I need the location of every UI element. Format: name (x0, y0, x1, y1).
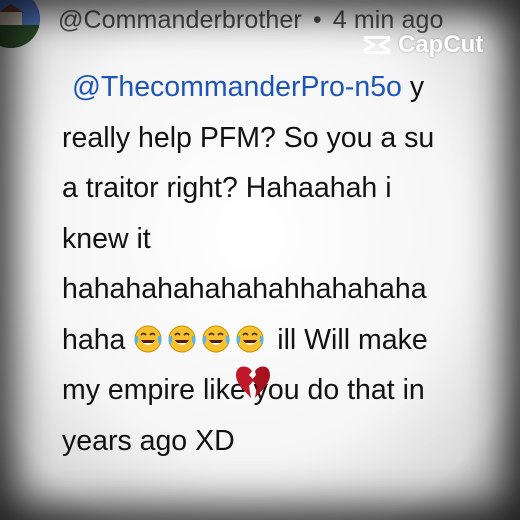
watermark-label: CapCut (398, 31, 484, 58)
comment-line: years ago XD (62, 416, 520, 467)
comment-text: knew it (62, 222, 151, 255)
comment-text: y (401, 71, 425, 103)
comment-line: a traitor right? Hahaahah i (62, 163, 520, 214)
laughing-crying-face-icon (236, 325, 264, 352)
mention-link[interactable]: @ThecommanderPro-n5o (72, 71, 402, 103)
comment-line: knew it (62, 214, 520, 265)
comment-text: hahahahahahahahhahahaha (62, 273, 427, 305)
comment-text: years ago XD (62, 424, 235, 457)
avatar[interactable] (0, 0, 40, 48)
comment-line: @ThecommanderPro-n5o y (62, 62, 520, 113)
comment-author[interactable]: @Commanderbrother (58, 6, 302, 34)
comment-timestamp: 4 min ago (332, 6, 444, 34)
laughing-crying-face-icon (134, 325, 162, 352)
comment-body: @ThecommanderPro-n5o y really help PFM? … (62, 62, 520, 466)
laughing-crying-face-icon (168, 325, 196, 352)
comment-text: ill Will make (269, 323, 428, 356)
heart-left-half (236, 366, 254, 398)
heart-right-half (252, 366, 270, 398)
comment-line: hahahahahahahahhahahaha (62, 264, 520, 315)
comment-text: haha (62, 323, 134, 356)
screenshot-frame: @Commanderbrother • 4 min ago CapCut @Th… (0, 0, 520, 520)
capcut-watermark: CapCut (362, 31, 483, 59)
comment-text: really help PFM? So you a su (62, 121, 435, 154)
emoji-group (133, 324, 269, 356)
laughing-crying-face-icon (202, 325, 230, 352)
comment-text: a traitor right? Hahaahah i (62, 172, 392, 204)
comment-line: my empire like you do that in (62, 365, 520, 416)
comment-line: haha ill Will make (62, 315, 520, 366)
comment-line: really help PFM? So you a su (62, 113, 520, 164)
broken-heart-icon (236, 366, 270, 398)
header-separator: • (312, 6, 322, 34)
capcut-logo-icon (363, 36, 391, 54)
